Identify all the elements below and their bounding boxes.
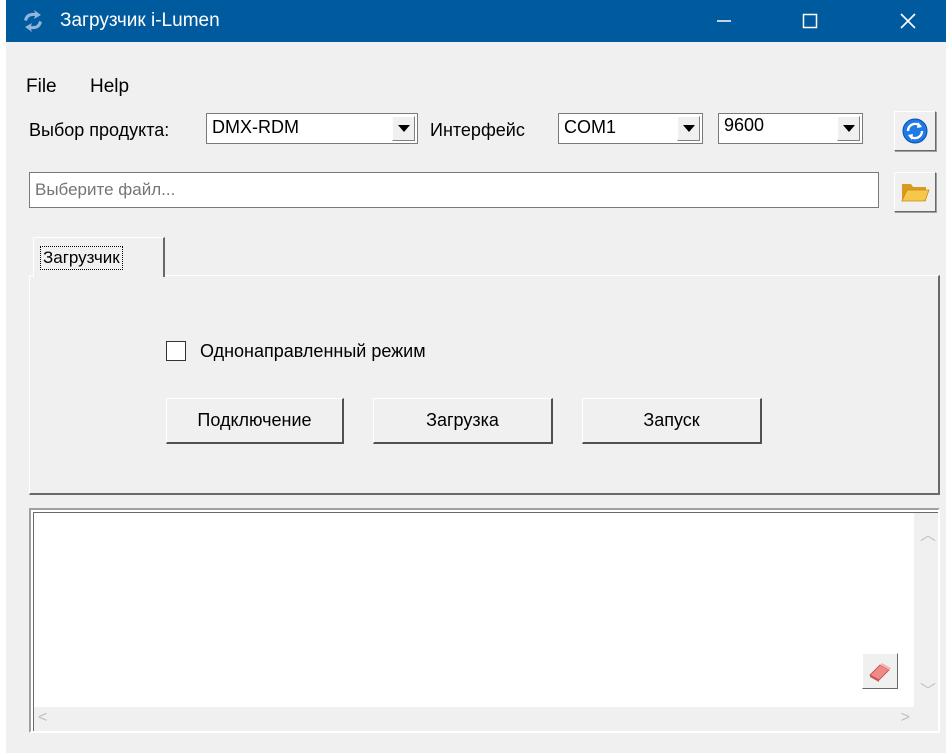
chevron-down-icon[interactable] — [677, 116, 700, 141]
run-button[interactable]: Запуск — [582, 398, 762, 444]
folder-open-icon — [901, 184, 930, 202]
menu-help[interactable]: Help — [90, 76, 129, 98]
log-area: ︿ ﹀ < > — [33, 512, 938, 731]
scroll-corner — [914, 707, 938, 731]
interface-select-value: COM1 — [564, 117, 617, 137]
log-output[interactable]: ︿ ﹀ < > — [29, 508, 940, 733]
refresh-button[interactable] — [894, 111, 936, 151]
unidirectional-mode-checkbox[interactable] — [166, 341, 186, 361]
close-icon — [900, 13, 916, 29]
scroll-left-icon[interactable]: < — [38, 709, 47, 727]
scroll-down-icon[interactable]: ﹀ — [920, 677, 936, 701]
interface-select[interactable]: COM1 — [558, 113, 703, 144]
chevron-down-icon[interactable] — [837, 116, 860, 141]
file-path-input[interactable] — [29, 172, 879, 208]
scroll-up-icon[interactable]: ︿ — [920, 521, 936, 545]
window-title: Загрузчик i-Lumen — [60, 10, 220, 31]
eraser-icon — [869, 663, 891, 682]
connect-button[interactable]: Подключение — [166, 398, 344, 444]
product-select[interactable]: DMX-RDM — [206, 113, 418, 144]
upload-button[interactable]: Загрузка — [373, 398, 553, 444]
maximize-button[interactable] — [782, 0, 838, 42]
vertical-scrollbar[interactable]: ︿ ﹀ — [914, 513, 938, 707]
tab-loader-label: Загрузчик — [40, 246, 123, 270]
title-bar: Загрузчик i-Lumen — [6, 0, 946, 42]
product-label: Выбор продукта: — [29, 120, 170, 140]
unidirectional-mode-label[interactable]: Однонаправленный режим — [200, 341, 426, 362]
product-select-value: DMX-RDM — [212, 117, 299, 137]
horizontal-scrollbar[interactable]: < > — [34, 707, 914, 731]
open-file-button[interactable] — [894, 172, 936, 212]
minimize-button[interactable] — [696, 0, 752, 42]
minimize-icon — [717, 20, 731, 22]
clear-log-button[interactable] — [862, 653, 898, 689]
baud-select-value: 9600 — [724, 115, 765, 135]
app-window: Загрузчик i-Lumen File Help Выбор продук… — [6, 0, 946, 753]
maximize-icon — [802, 13, 818, 29]
close-button[interactable] — [880, 0, 936, 42]
menu-bar: File Help — [6, 72, 946, 102]
tab-loader[interactable]: Загрузчик — [33, 237, 165, 277]
interface-label: Интерфейс — [430, 120, 525, 140]
loader-tab-panel — [29, 275, 940, 495]
app-icon — [24, 10, 42, 32]
baud-select[interactable]: 9600 — [718, 113, 863, 144]
scroll-right-icon[interactable]: > — [901, 709, 910, 727]
refresh-icon — [902, 118, 928, 144]
menu-file[interactable]: File — [26, 76, 57, 98]
chevron-down-icon[interactable] — [392, 116, 415, 141]
